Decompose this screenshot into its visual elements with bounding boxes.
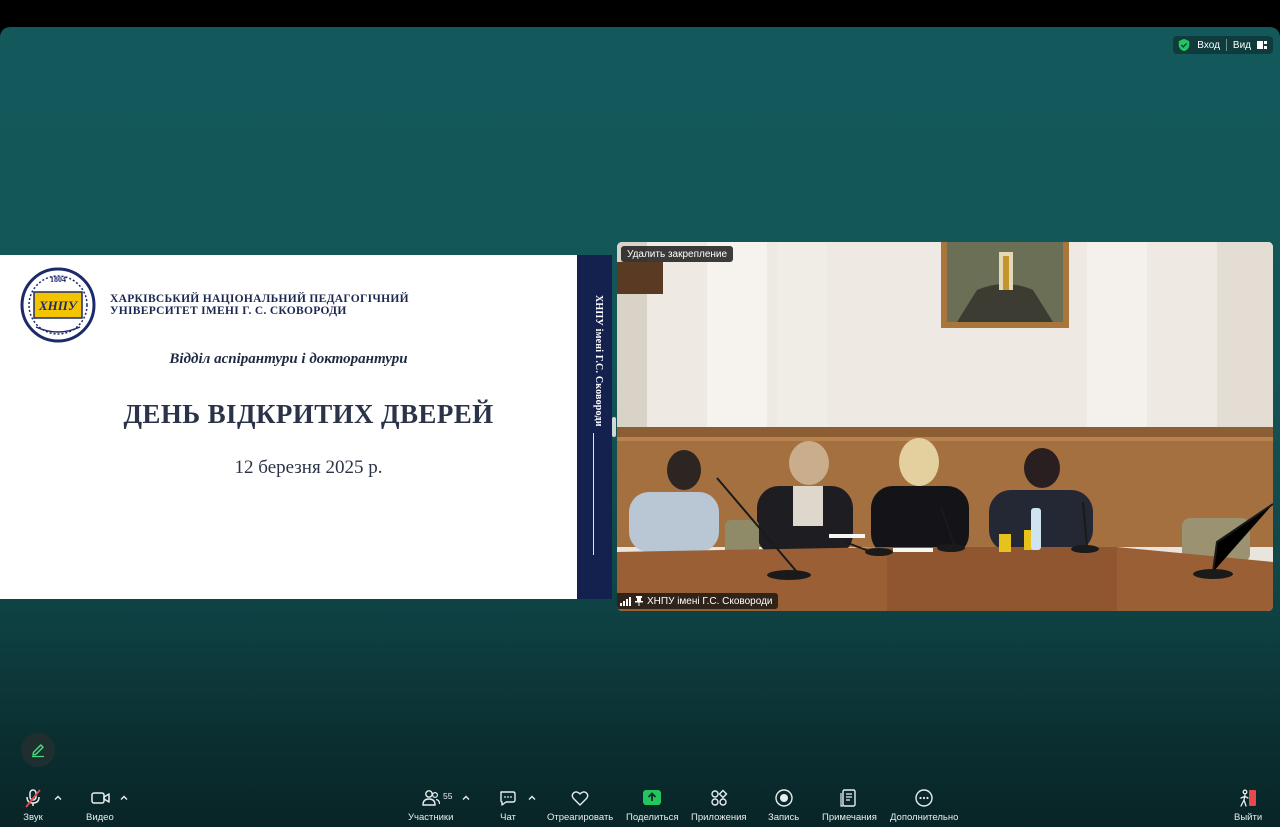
university-name-line2: УНІВЕРСИТЕТ ІМЕНІ Г. С. СКОВОРОДИ [110, 305, 347, 317]
audio-button[interactable]: Звук [22, 787, 44, 823]
leave-door-icon [1240, 789, 1257, 807]
view-label[interactable]: Вид [1233, 40, 1251, 51]
pin-icon [635, 596, 643, 606]
signal-strength-icon [620, 596, 631, 606]
microphone-muted-icon [25, 789, 41, 808]
record-icon [774, 789, 793, 807]
unpin-button[interactable]: Удалить закрепление [621, 246, 734, 262]
more-button[interactable]: Дополнительно [890, 787, 958, 823]
heart-icon [571, 791, 589, 806]
record-button[interactable]: Запись [768, 787, 799, 823]
video-camera-icon [91, 792, 110, 804]
video-button[interactable]: Видео [86, 787, 114, 823]
annotate-button[interactable] [21, 733, 55, 767]
shared-screen-slide: 1804 ХНПУ ХАРКІВСЬКИЙ НАЦІОНАЛЬНИЙ ПЕДАГ… [0, 255, 612, 599]
video-label: Видео [86, 812, 114, 823]
share-screen-icon [643, 790, 662, 805]
chat-icon [500, 791, 516, 806]
participant-name: ХНПУ імені Г.С. Сковороди [647, 595, 773, 607]
participants-label: Участники [408, 812, 454, 823]
view-grid-icon[interactable] [1257, 40, 1267, 50]
apps-label: Приложения [691, 812, 747, 823]
notes-label: Примечания [822, 812, 877, 823]
react-label: Отреагировать [547, 812, 614, 823]
participant-video[interactable]: Удалить закрепление ХНПУ імені Г.С. Сков… [617, 242, 1273, 611]
participants-count: 55 [443, 791, 453, 801]
split-view-handle[interactable] [612, 417, 616, 437]
university-name: ХАРКІВСЬКИЙ НАЦІОНАЛЬНИЙ ПЕДАГОГІЧНИЙ УН… [110, 293, 409, 317]
band-line [593, 433, 594, 555]
react-button[interactable]: Отреагировать [547, 787, 613, 823]
leave-button[interactable]: Выйти [1234, 787, 1262, 823]
more-label: Дополнительно [890, 812, 959, 823]
meeting-window: Вход Вид 1804 ХНПУ ХАРКІВСЬКИЙ НАЦІОНАЛЬ… [0, 27, 1280, 827]
notes-icon [840, 789, 857, 807]
band-text: ХНПУ імені Г.С. Сковороди [593, 295, 604, 427]
leave-label: Выйти [1234, 812, 1263, 823]
more-options-icon [915, 789, 933, 807]
slide-side-band: ХНПУ імені Г.С. Сковороди [577, 255, 612, 599]
university-name-line1: ХАРКІВСЬКИЙ НАЦІОНАЛЬНИЙ ПЕДАГОГІЧНИЙ [110, 293, 409, 305]
pencil-icon [32, 744, 44, 758]
meeting-toolbar: Звук Видео Участники 55 Чат Отреагироват… [0, 779, 1280, 827]
slide-date: 12 березня 2025 р. [234, 457, 383, 478]
chat-label: Чат [500, 812, 516, 823]
chat-button[interactable]: Чат [497, 787, 519, 823]
chat-options-chevron-icon[interactable] [527, 793, 537, 803]
pill-divider [1225, 39, 1227, 51]
audio-label: Звук [23, 812, 43, 823]
participants-options-chevron-icon[interactable] [461, 793, 471, 803]
participants-icon [421, 790, 440, 806]
record-label: Запись [768, 812, 800, 823]
department-title: Відділ аспірантури і докторантури [169, 351, 408, 367]
apps-button[interactable]: Приложения [691, 787, 747, 823]
top-right-controls: Вход Вид [1173, 36, 1273, 54]
university-logo: 1804 ХНПУ [20, 267, 96, 343]
share-label: Поделиться [626, 812, 679, 823]
logo-text: ХНПУ [38, 298, 79, 313]
shield-check-icon [1179, 38, 1190, 52]
share-screen-button[interactable]: Поделиться [626, 787, 678, 823]
logo-year: 1804 [50, 275, 66, 284]
apps-icon [711, 789, 728, 806]
video-options-chevron-icon[interactable] [119, 793, 129, 803]
security-label[interactable]: Вход [1197, 40, 1220, 51]
video-frame [617, 242, 1273, 611]
notes-button[interactable]: Примечания [822, 787, 877, 823]
slide-headline: ДЕНЬ ВІДКРИТИХ ДВЕРЕЙ [123, 399, 494, 429]
participant-name-tag: ХНПУ імені Г.С. Сковороди [617, 593, 778, 609]
audio-options-chevron-icon[interactable] [53, 793, 63, 803]
